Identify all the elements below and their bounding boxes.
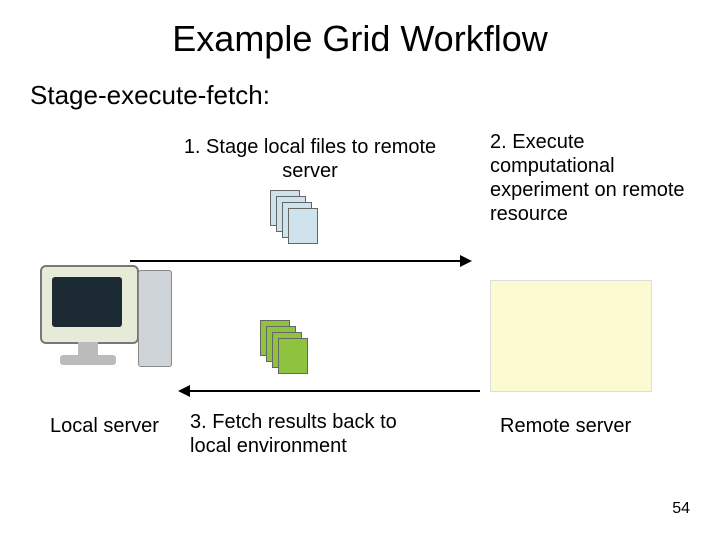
slide: Example Grid Workflow Stage-execute-fetc…	[0, 0, 720, 540]
arrow-stage-icon	[130, 260, 470, 262]
page-number: 54	[672, 500, 690, 518]
step-1-text: 1. Stage local files to remote server	[180, 135, 440, 183]
local-server-label: Local server	[50, 415, 159, 438]
step-2-text: 2. Execute computational experiment on r…	[490, 130, 690, 226]
slide-subtitle: Stage-execute-fetch:	[30, 80, 270, 111]
arrow-fetch-icon	[180, 390, 480, 392]
local-computer-icon	[40, 265, 139, 344]
remote-server-label: Remote server	[500, 415, 631, 438]
remote-server-icon	[490, 280, 652, 392]
slide-title: Example Grid Workflow	[0, 18, 720, 60]
step-3-text: 3. Fetch results back to local environme…	[190, 410, 440, 458]
